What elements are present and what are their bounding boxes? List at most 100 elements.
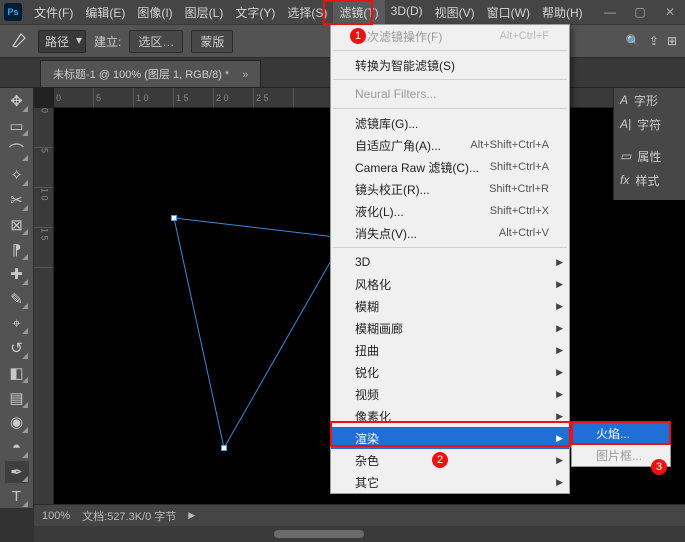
annotation-1: 1 (350, 28, 366, 44)
menu-item-label: Camera Raw 滤镜(C)... (355, 159, 479, 176)
menu-图像(I)[interactable]: 图像(I) (131, 0, 178, 25)
minimize-button[interactable]: — (595, 0, 625, 24)
panel-字符[interactable]: A|字符 (614, 112, 685, 136)
menu-滤镜(T)[interactable]: 滤镜(T) (333, 0, 384, 25)
panel-样式[interactable]: fx样式 (614, 168, 685, 192)
menu-3D(D)[interactable]: 3D(D) (385, 0, 429, 25)
panel-label: 属性 (637, 148, 661, 165)
menu-item-镜头校正(R)...[interactable]: 镜头校正(R)...Shift+Ctrl+R (331, 178, 569, 200)
menu-item-风格化[interactable]: 风格化 (331, 273, 569, 295)
annotation-3: 3 (651, 459, 667, 475)
ruler-tick: 5 (34, 148, 53, 188)
ruler-tick: 2 0 (214, 88, 254, 107)
workspace-icon[interactable]: ⊞ (667, 34, 677, 48)
heal-tool[interactable]: ✚ (5, 263, 29, 286)
menu-item-label: 自适应广角(A)... (355, 137, 441, 154)
eyedropper-tool[interactable]: ⁋ (5, 238, 29, 261)
history-brush-tool[interactable]: ↺ (5, 337, 29, 360)
menu-item-其它[interactable]: 其它 (331, 471, 569, 493)
menu-编辑(E)[interactable]: 编辑(E) (79, 0, 131, 25)
pen-tool-icon (8, 30, 30, 52)
menu-item-滤镜库(G)...[interactable]: 滤镜库(G)... (331, 112, 569, 134)
menu-item-label: 上次滤镜操作(F) (355, 28, 442, 45)
status-bar: 100% 文档:527.3K/0 字节 ▶ (34, 504, 685, 526)
panel-icon: ▭ (620, 149, 631, 163)
clone-tool[interactable]: ⌖ (5, 312, 29, 335)
frame-tool[interactable]: ⊠ (5, 214, 29, 237)
eraser-tool[interactable]: ◧ (5, 362, 29, 385)
panel-label: 样式 (635, 172, 659, 189)
ruler-tick: 0 (34, 108, 53, 148)
path-anchor[interactable] (221, 445, 227, 451)
menu-item-渲染[interactable]: 渲染 (331, 427, 569, 449)
submenu-item-火焰...[interactable]: 火焰... (572, 422, 670, 444)
ruler-tick: 0 (54, 88, 94, 107)
menu-item-液化(L)...[interactable]: 液化(L)...Shift+Ctrl+X (331, 200, 569, 222)
ruler-tick: 1 0 (134, 88, 174, 107)
menu-item-label: 滤镜库(G)... (355, 115, 418, 132)
menu-选择(S)[interactable]: 选择(S) (281, 0, 333, 25)
type-tool[interactable]: T (5, 485, 29, 508)
menu-item-自适应广角(A)...[interactable]: 自适应广角(A)...Alt+Shift+Ctrl+A (331, 134, 569, 156)
crop-tool[interactable]: ✂ (5, 189, 29, 212)
panel-字形[interactable]: A字形 (614, 88, 685, 112)
make-mask-button[interactable]: 蒙版 (191, 30, 233, 53)
menu-item-3D[interactable]: 3D (331, 251, 569, 273)
close-button[interactable]: ✕ (655, 0, 685, 24)
menu-item-模糊[interactable]: 模糊 (331, 295, 569, 317)
menu-item-转换为智能滤镜(S)[interactable]: 转换为智能滤镜(S) (331, 54, 569, 76)
menu-item-视频[interactable]: 视频 (331, 383, 569, 405)
search-icon[interactable]: 🔍 (626, 34, 641, 48)
build-label: 建立: (94, 33, 121, 50)
pen-tool[interactable]: ✒ (5, 461, 29, 484)
menu-item-label: 模糊 (355, 298, 379, 315)
path-anchor[interactable] (171, 215, 177, 221)
horizontal-scrollbar[interactable] (34, 526, 685, 542)
window-controls: — ▢ ✕ (595, 0, 685, 24)
menu-文字(Y)[interactable]: 文字(Y) (229, 0, 281, 25)
path-mode-select[interactable]: 路径 (38, 30, 86, 53)
quick-select-tool[interactable]: ✧ (5, 164, 29, 187)
tool-palette: ✥ ▭ ⌒ ✧ ✂ ⊠ ⁋ ✚ ✎ ⌖ ↺ ◧ ▤ ◉ ◓ ✒ T (0, 88, 34, 508)
menu-item-label: 其它 (355, 474, 379, 491)
menu-文件(F)[interactable]: 文件(F) (28, 0, 79, 25)
shortcut: Shift+Ctrl+X (490, 205, 549, 217)
ruler-tick: 1 0 (34, 188, 53, 228)
menu-item-label: 消失点(V)... (355, 225, 417, 242)
menu-item-Camera Raw 滤镜(C)...[interactable]: Camera Raw 滤镜(C)...Shift+Ctrl+A (331, 156, 569, 178)
menu-视图(V)[interactable]: 视图(V) (429, 0, 481, 25)
blur-tool[interactable]: ◉ (5, 411, 29, 434)
menu-item-扭曲[interactable]: 扭曲 (331, 339, 569, 361)
ruler-tick: 1 5 (34, 228, 53, 268)
panel-label: 字符 (637, 116, 661, 133)
marquee-tool[interactable]: ▭ (5, 115, 29, 138)
maximize-button[interactable]: ▢ (625, 0, 655, 24)
document-tab[interactable]: 未标题-1 @ 100% (图层 1, RGB/8) * (40, 60, 261, 87)
move-tool[interactable]: ✥ (5, 90, 29, 113)
document-tab-label: 未标题-1 @ 100% (图层 1, RGB/8) * (53, 69, 229, 81)
share-icon[interactable]: ⇪ (649, 34, 659, 48)
menu-item-label: 转换为智能滤镜(S) (355, 57, 455, 74)
shortcut: Shift+Ctrl+R (489, 183, 549, 195)
panel-属性[interactable]: ▭ 属性 (614, 144, 685, 168)
brush-tool[interactable]: ✎ (5, 288, 29, 311)
menu-item-锐化[interactable]: 锐化 (331, 361, 569, 383)
menu-帮助(H)[interactable]: 帮助(H) (536, 0, 589, 25)
make-selection-button[interactable]: 选区… (129, 30, 183, 53)
menu-item-像素化[interactable]: 像素化 (331, 405, 569, 427)
menu-item-label: 风格化 (355, 276, 391, 293)
zoom-level[interactable]: 100% (42, 510, 70, 522)
menu-窗口(W)[interactable]: 窗口(W) (481, 0, 536, 25)
panel-icon: A (620, 93, 628, 107)
menu-item-消失点(V)...[interactable]: 消失点(V)...Alt+Ctrl+V (331, 222, 569, 244)
menu-item-label: 杂色 (355, 452, 379, 469)
filter-menu-dropdown: 上次滤镜操作(F)Alt+Ctrl+F转换为智能滤镜(S)Neural Filt… (330, 24, 570, 494)
menu-item-label: 模糊画廊 (355, 320, 403, 337)
menu-item-模糊画廊[interactable]: 模糊画廊 (331, 317, 569, 339)
ruler-vertical: 051 01 5 (34, 108, 54, 508)
lasso-tool[interactable]: ⌒ (5, 139, 29, 162)
menu-item-杂色[interactable]: 杂色 (331, 449, 569, 471)
gradient-tool[interactable]: ▤ (5, 386, 29, 409)
dodge-tool[interactable]: ◓ (5, 436, 29, 459)
menu-图层(L)[interactable]: 图层(L) (179, 0, 230, 25)
